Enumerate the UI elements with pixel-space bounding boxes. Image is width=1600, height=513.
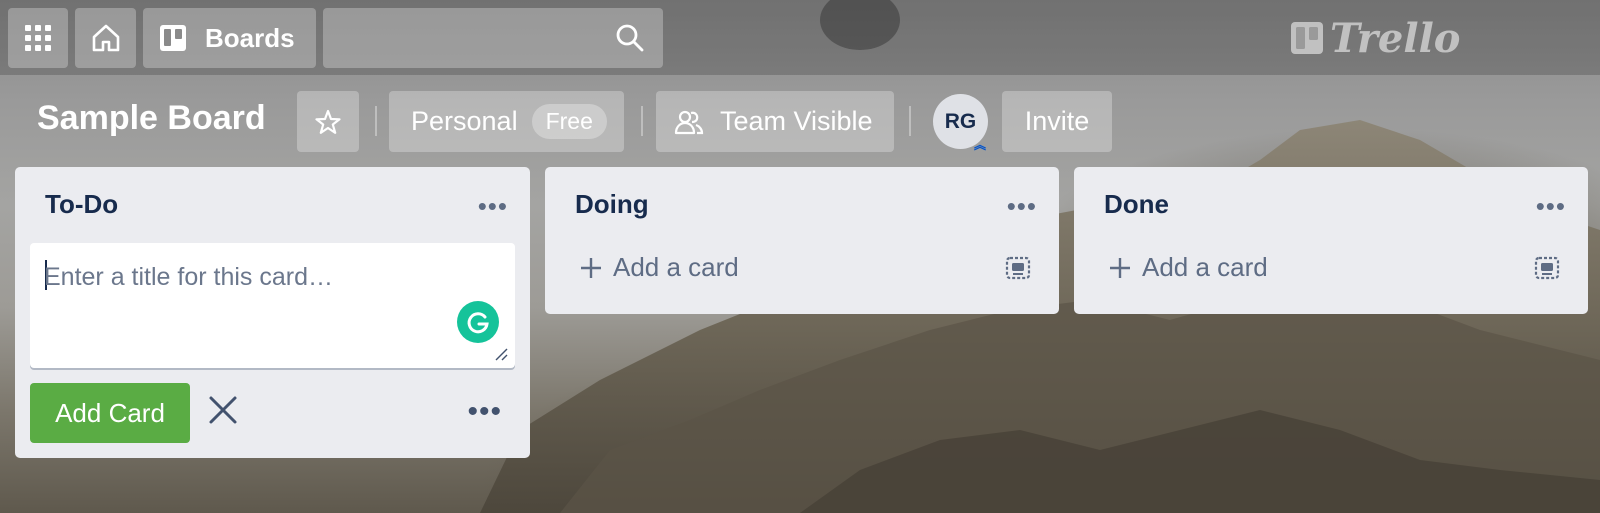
visibility-label: Team Visible: [720, 106, 873, 136]
plus-icon: [581, 257, 601, 278]
list-doing: Doing ••• Add a card: [545, 167, 1059, 314]
list-title[interactable]: Done: [1104, 189, 1169, 220]
visibility-button[interactable]: Team Visible: [656, 91, 894, 152]
add-a-card-button[interactable]: Add a card: [579, 252, 739, 283]
add-a-card-button[interactable]: Add a card: [1108, 252, 1268, 283]
header-divider: [909, 106, 911, 136]
list-title[interactable]: Doing: [575, 189, 649, 220]
list-done: Done ••• Add a card: [1074, 167, 1588, 314]
trello-logo[interactable]: Trello: [1290, 14, 1461, 62]
boards-button[interactable]: Boards: [143, 8, 316, 68]
close-icon[interactable]: [208, 395, 238, 425]
grammarly-icon: [467, 312, 489, 334]
header-divider: [375, 106, 377, 136]
member-avatar[interactable]: RG ︽: [933, 94, 988, 152]
top-header-bar: Boards Trello: [0, 0, 1600, 75]
boards-label: Boards: [205, 22, 295, 53]
search-icon: [616, 24, 644, 52]
card-title-input[interactable]: [44, 257, 464, 297]
apps-menu-button[interactable]: [8, 8, 68, 68]
resize-handle-icon[interactable]: [493, 346, 509, 362]
add-a-card-label: Add a card: [613, 252, 739, 282]
grammarly-button[interactable]: [457, 301, 499, 343]
trello-logo-icon: [1291, 22, 1323, 54]
list-todo: To-Do ••• Add Card •••: [15, 167, 530, 458]
star-icon: [315, 109, 341, 134]
list-menu-button[interactable]: •••: [1536, 193, 1566, 219]
header-divider: [641, 106, 643, 136]
list-title[interactable]: To-Do: [45, 189, 118, 220]
card-template-icon[interactable]: [1005, 255, 1031, 281]
board-title[interactable]: Sample Board: [37, 99, 266, 138]
team-icon: [674, 110, 704, 134]
plus-icon: [1110, 257, 1130, 278]
workspace-label: Personal: [411, 106, 518, 136]
home-icon: [92, 24, 119, 52]
list-menu-button[interactable]: •••: [478, 193, 508, 219]
plan-badge: Free: [531, 104, 607, 139]
add-a-card-label: Add a card: [1142, 252, 1268, 282]
brand-wordmark: Trello: [1330, 14, 1461, 62]
invite-label: Invite: [1024, 106, 1090, 136]
boards-icon: [160, 25, 186, 51]
list-menu-button[interactable]: •••: [1007, 193, 1037, 219]
apps-grid-icon: [25, 25, 51, 51]
workspace-personal-button[interactable]: Personal Free: [389, 91, 624, 152]
add-card-button[interactable]: Add Card: [30, 383, 190, 443]
composer-options-button[interactable]: •••: [467, 397, 502, 427]
card-template-icon[interactable]: [1534, 255, 1560, 281]
home-button[interactable]: [75, 8, 136, 68]
avatar-initials: RG: [944, 109, 977, 133]
card-composer: [30, 243, 515, 368]
invite-button[interactable]: Invite: [1002, 91, 1112, 152]
search-input[interactable]: [323, 8, 663, 68]
star-board-button[interactable]: [297, 91, 359, 152]
admin-chevron-icon: ︽: [973, 138, 986, 152]
